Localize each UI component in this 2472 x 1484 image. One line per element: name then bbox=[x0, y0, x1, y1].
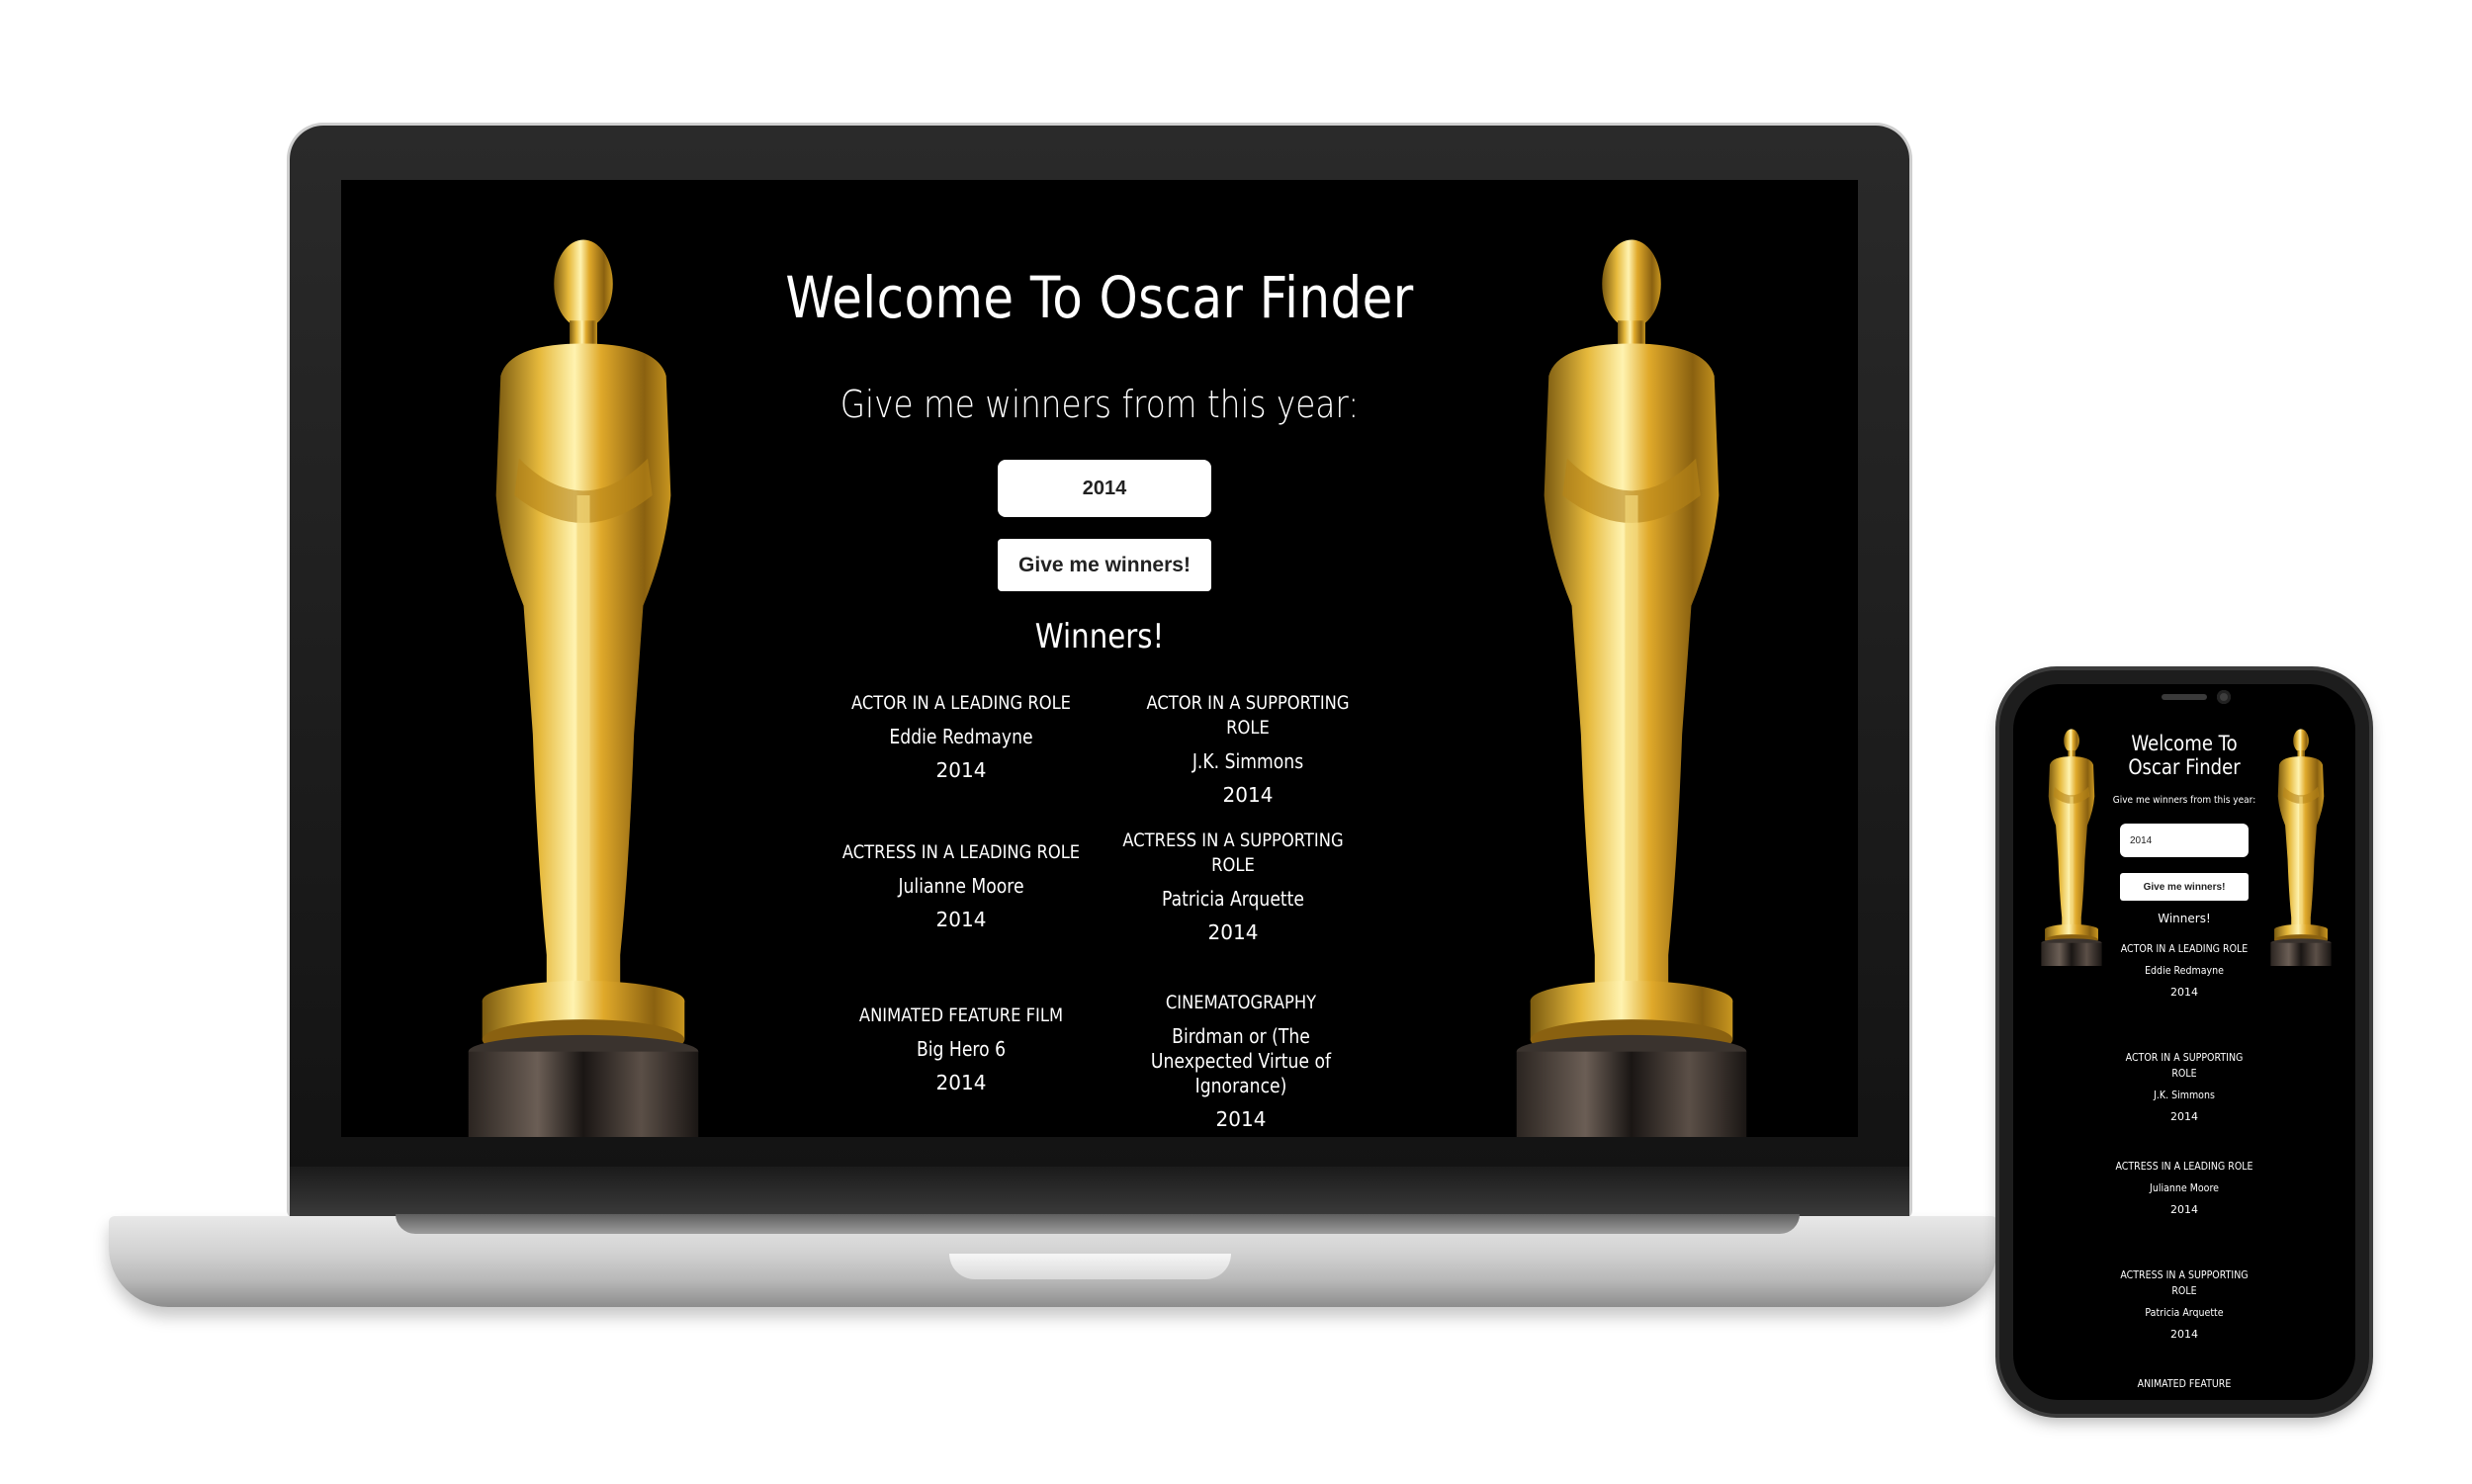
phone-camera bbox=[2217, 690, 2231, 704]
winner-card: ACTRESS IN A SUPPORTING ROLE Patricia Ar… bbox=[1104, 829, 1362, 945]
winner-category: ACTOR IN A LEADING ROLE bbox=[850, 692, 1072, 714]
winner-category: ACTRESS IN A SUPPORTING ROLE bbox=[1122, 829, 1344, 876]
laptop-bezel-bottom bbox=[290, 1167, 1909, 1216]
winner-year: 2014 bbox=[1215, 1107, 1267, 1131]
winner-category: ACTOR IN A SUPPORTING ROLE bbox=[1146, 692, 1350, 739]
winner-card: ACTOR IN A LEADING ROLE Eddie Redmayne 2… bbox=[2100, 941, 2268, 1001]
winner-category: ACTRESS IN A SUPPORTING ROLE bbox=[2120, 1268, 2249, 1297]
year-input[interactable] bbox=[998, 460, 1211, 517]
winner-category: ACTRESS IN A LEADING ROLE bbox=[841, 841, 1081, 863]
winner-nominee: Julianne Moore bbox=[2150, 1181, 2219, 1194]
winner-nominee: Julianne Moore bbox=[898, 874, 1024, 898]
winner-nominee: Eddie Redmayne bbox=[2145, 964, 2224, 977]
winner-card: ACTRESS IN A SUPPORTING ROLE Patricia Ar… bbox=[2100, 1267, 2268, 1343]
winner-card: ACTRESS IN A LEADING ROLE Julianne Moore… bbox=[2100, 1159, 2268, 1218]
winner-nominee: J.K. Simmons bbox=[2154, 1089, 2215, 1101]
winner-card: ANIMATED FEATURE FILM Big Hero 6 2014 bbox=[818, 1004, 1104, 1095]
winner-year: 2014 bbox=[2170, 986, 2198, 999]
winner-nominee: Patricia Arquette bbox=[2145, 1306, 2224, 1319]
winner-year: 2014 bbox=[935, 908, 987, 931]
winner-year: 2014 bbox=[935, 1071, 987, 1094]
winner-card: CINEMATOGRAPHY Birdman or (The Unexpecte… bbox=[1112, 991, 1369, 1132]
winner-year: 2014 bbox=[1222, 783, 1274, 807]
phone-speaker bbox=[2162, 694, 2207, 700]
winner-nominee: J.K. Simmons bbox=[1192, 749, 1304, 773]
year-prompt: Give me winners from this year: bbox=[2112, 795, 2256, 806]
winner-category: CINEMATOGRAPHY bbox=[1165, 992, 1317, 1013]
winner-category: ANIMATED FEATURE FILM bbox=[858, 1004, 1064, 1026]
winner-year: 2014 bbox=[2170, 1203, 2198, 1216]
winner-year: 2014 bbox=[2170, 1110, 2198, 1123]
winners-heading: Winners! bbox=[1034, 617, 1165, 656]
laptop-trackpad-notch bbox=[949, 1254, 1231, 1279]
winner-category: ANIMATED FEATURE bbox=[2137, 1377, 2232, 1390]
winner-card: ACTOR IN A SUPPORTING ROLE J.K. Simmons … bbox=[2100, 1050, 2268, 1125]
winners-heading: Winners! bbox=[2158, 912, 2211, 925]
winner-nominee: Big Hero 6 bbox=[916, 1037, 1007, 1061]
give-winners-button[interactable]: Give me winners! bbox=[998, 539, 1211, 591]
winner-year: 2014 bbox=[2170, 1328, 2198, 1341]
winner-category: ACTOR IN A SUPPORTING ROLE bbox=[2125, 1051, 2244, 1080]
year-prompt: Give me winners from this year: bbox=[839, 383, 1360, 426]
winner-category: ACTRESS IN A LEADING ROLE bbox=[2115, 1160, 2253, 1173]
winner-nominee: Birdman or (The Unexpected Virtue of Ign… bbox=[1150, 1024, 1332, 1097]
give-winners-button[interactable]: Give me winners! bbox=[2120, 873, 2249, 901]
year-input[interactable]: 2014 bbox=[2120, 824, 2249, 857]
winner-card: ACTRESS IN A LEADING ROLE Julianne Moore… bbox=[818, 840, 1104, 932]
winner-nominee: Eddie Redmayne bbox=[889, 725, 1033, 748]
winner-card: ACTOR IN A SUPPORTING ROLE J.K. Simmons … bbox=[1104, 691, 1391, 808]
winner-year: 2014 bbox=[1207, 920, 1259, 944]
winner-card: ACTOR IN A LEADING ROLE Eddie Redmayne 2… bbox=[818, 691, 1104, 783]
oscar-statuette-left bbox=[468, 239, 699, 1137]
oscar-statuette-right bbox=[1516, 239, 1747, 1137]
laptop-hinge bbox=[396, 1214, 1800, 1234]
oscar-statuette-right bbox=[2270, 729, 2332, 966]
winner-year: 2014 bbox=[935, 758, 987, 782]
page-title: Welcome To Oscar Finder bbox=[785, 264, 1414, 331]
page-title: Welcome To Oscar Finder bbox=[2128, 732, 2241, 779]
laptop-screen: Welcome To Oscar Finder Give me winners … bbox=[341, 180, 1858, 1137]
winner-category: ACTOR IN A LEADING ROLE bbox=[2120, 942, 2249, 955]
winner-card: ANIMATED FEATURE bbox=[2100, 1376, 2268, 1392]
phone-screen: Welcome To Oscar Finder Give me winners … bbox=[2013, 684, 2355, 1400]
winner-nominee: Patricia Arquette bbox=[1162, 887, 1304, 911]
